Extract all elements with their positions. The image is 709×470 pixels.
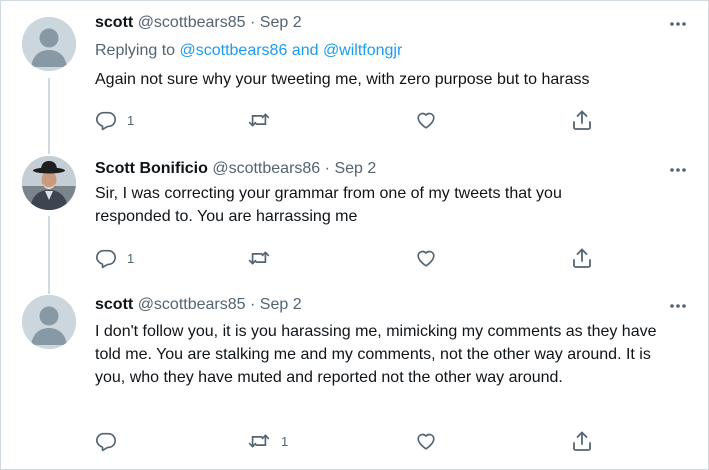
display-name[interactable]: scott xyxy=(95,296,133,313)
profile-photo-icon xyxy=(22,156,76,210)
replying-to-label: Replying to xyxy=(95,42,176,59)
separator: · xyxy=(250,296,256,313)
retweet-icon xyxy=(248,434,270,448)
more-options-button[interactable] xyxy=(664,160,692,180)
share-icon xyxy=(573,431,591,451)
retweet-icon xyxy=(248,113,270,127)
reply-button[interactable] xyxy=(95,429,127,453)
like-icon xyxy=(417,250,435,267)
retweet-button[interactable]: 1 xyxy=(247,429,288,453)
retweet-button[interactable] xyxy=(247,246,281,270)
more-options-button[interactable] xyxy=(664,296,692,316)
share-button[interactable] xyxy=(570,429,594,453)
user-handle[interactable]: @scottbears85 xyxy=(138,14,246,31)
like-button[interactable] xyxy=(414,246,438,270)
separator: · xyxy=(324,160,330,177)
display-name[interactable]: scott xyxy=(95,14,133,31)
replying-to: Replying to @scottbears86 and @wiltfongj… xyxy=(95,42,402,60)
more-icon xyxy=(670,22,686,26)
more-options-button[interactable] xyxy=(664,14,692,34)
like-icon xyxy=(417,433,435,450)
like-button[interactable] xyxy=(414,108,438,132)
avatar[interactable] xyxy=(22,156,76,210)
avatar[interactable] xyxy=(22,17,76,71)
tweet-date[interactable]: Sep 2 xyxy=(334,160,376,177)
share-button[interactable] xyxy=(570,108,594,132)
reply-button[interactable]: 1 xyxy=(95,108,134,132)
separator: · xyxy=(250,14,256,31)
tweet-header: scott @scottbears85 · Sep 2 xyxy=(95,296,302,314)
retweet-button[interactable] xyxy=(247,108,281,132)
reply-count: 1 xyxy=(127,112,135,128)
default-avatar-icon xyxy=(22,295,76,349)
tweet-header: Scott Bonificio @scottbears86 · Sep 2 xyxy=(95,160,376,178)
reply-icon xyxy=(96,432,116,452)
display-name[interactable]: Scott Bonificio xyxy=(95,160,208,177)
share-icon xyxy=(573,248,591,268)
share-button[interactable] xyxy=(570,246,594,270)
reply-icon xyxy=(96,111,116,131)
reply-count: 1 xyxy=(127,250,135,266)
more-icon xyxy=(670,304,686,308)
default-avatar-icon xyxy=(22,17,76,71)
more-icon xyxy=(670,168,686,172)
user-handle[interactable]: @scottbears86 xyxy=(212,160,320,177)
reply-icon xyxy=(96,249,116,269)
retweet-count: 1 xyxy=(281,433,289,449)
tweet-date[interactable]: Sep 2 xyxy=(260,296,302,313)
share-icon xyxy=(573,110,591,130)
retweet-icon xyxy=(248,251,270,265)
like-icon xyxy=(417,112,435,129)
tweet-text: I don't follow you, it is you harassing … xyxy=(95,323,657,386)
tweet-header: scott @scottbears85 · Sep 2 xyxy=(95,14,302,32)
tweet-text: Again not sure why your tweeting me, wit… xyxy=(95,71,590,88)
tweet-text: Sir, I was correcting your grammar from … xyxy=(95,185,562,225)
avatar[interactable] xyxy=(22,295,76,349)
tweet[interactable]: Scott Bonificio @scottbears86 · Sep 2 Si… xyxy=(0,150,709,290)
replying-to-users[interactable]: @scottbears86 and @wiltfongjr xyxy=(180,42,403,59)
reply-button[interactable]: 1 xyxy=(95,246,134,270)
tweet[interactable]: scott @scottbears85 · Sep 2 I don't foll… xyxy=(0,290,709,468)
tweet[interactable]: scott @scottbears85 · Sep 2 Replying to … xyxy=(0,0,709,150)
user-handle[interactable]: @scottbears85 xyxy=(138,296,246,313)
like-button[interactable] xyxy=(414,429,438,453)
tweet-date[interactable]: Sep 2 xyxy=(260,14,302,31)
